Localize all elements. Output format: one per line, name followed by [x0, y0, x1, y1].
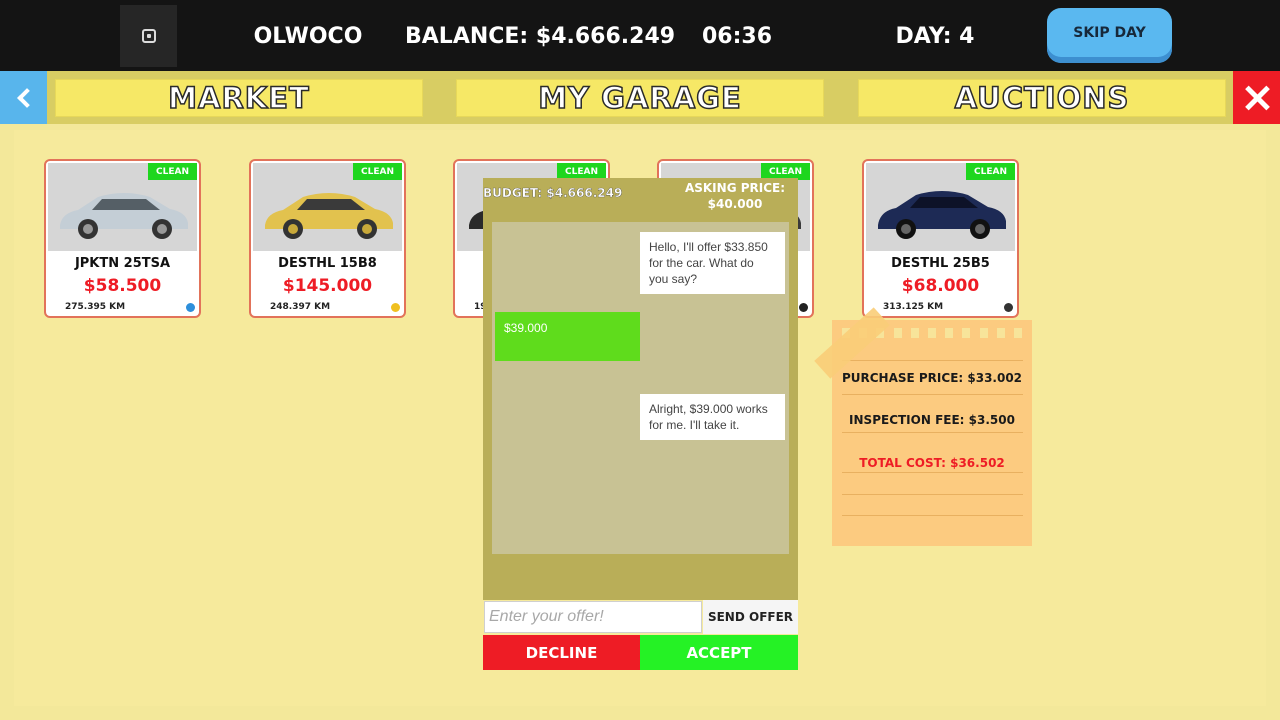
status-dot — [186, 303, 195, 312]
asking-price: ASKING PRICE: $40.000 — [683, 180, 787, 212]
car-photo: CLEAN — [48, 163, 197, 251]
decline-button[interactable]: DECLINE — [483, 635, 640, 670]
car-name: DESTHL 15B8 — [278, 256, 377, 271]
car-name: DESTHL 25B5 — [891, 256, 990, 271]
menu-button[interactable] — [120, 5, 177, 67]
condition-badge: CLEAN — [966, 163, 1015, 180]
clock-display: 06:36 — [701, 24, 773, 49]
seller-message: Alright, $39.000 works for me. I'll take… — [640, 394, 785, 440]
close-button[interactable] — [1233, 71, 1280, 124]
day-counter: DAY: 4 — [895, 24, 975, 49]
send-offer-button[interactable]: SEND OFFER — [703, 600, 798, 634]
back-button[interactable] — [0, 71, 47, 124]
seller-message: Hello, I'll offer $33.850 for the car. W… — [640, 232, 785, 294]
status-dot — [1004, 303, 1013, 312]
tab-my-garage[interactable]: MY GARAGE — [456, 79, 824, 117]
purchase-price: PURCHASE PRICE: $33.002 — [841, 371, 1023, 385]
car-card[interactable]: CLEAN DESTHL 25B5 $68.000 313.125 KM — [862, 159, 1019, 318]
negotiation-dialog: BUDGET: $4.666.249 ASKING PRICE: $40.000… — [483, 178, 798, 600]
player-name: OLWOCO — [253, 24, 363, 49]
car-photo: CLEAN — [866, 163, 1015, 251]
car-icon — [265, 193, 393, 239]
car-mileage: 313.125 KM — [883, 302, 944, 312]
car-name: JPKTN 25TSA — [74, 256, 171, 271]
tab-market[interactable]: MARKET — [55, 79, 423, 117]
condition-badge: CLEAN — [353, 163, 402, 180]
car-card[interactable]: CLEAN DESTHL 15B8 $145.000 248.397 KM — [249, 159, 406, 318]
asking-price-value: $40.000 — [707, 197, 763, 211]
player-message: $39.000 — [495, 312, 640, 361]
car-price: $145.000 — [282, 276, 373, 296]
status-dot — [391, 303, 400, 312]
car-mileage: 275.395 KM — [65, 302, 126, 312]
car-photo: CLEAN — [253, 163, 402, 251]
close-icon — [1244, 85, 1270, 111]
car-icon — [60, 193, 188, 239]
chat-log[interactable]: Hello, I'll offer $33.850 for the car. W… — [492, 222, 789, 554]
tab-auctions[interactable]: AUCTIONS — [858, 79, 1226, 117]
offer-input[interactable] — [484, 601, 702, 633]
car-price: $68.000 — [901, 276, 980, 296]
inspection-fee: INSPECTION FEE: $3.500 — [849, 413, 1015, 427]
budget-label: BUDGET: $4.666.249 — [483, 186, 623, 200]
car-card[interactable]: CLEAN JPKTN 25TSA $58.500 275.395 KM — [44, 159, 201, 318]
car-price: $58.500 — [83, 276, 162, 296]
receipt-note: PURCHASE PRICE: $33.002 INSPECTION FEE: … — [832, 320, 1032, 546]
balance-display: BALANCE: $4.666.249 — [405, 24, 676, 49]
condition-badge: CLEAN — [148, 163, 197, 180]
car-icon — [878, 191, 1006, 239]
asking-price-label: ASKING PRICE: — [684, 181, 786, 195]
skip-day-button[interactable]: SKIP DAY — [1047, 8, 1172, 63]
total-cost: TOTAL COST: $36.502 — [859, 456, 1005, 470]
car-mileage: 248.397 KM — [270, 302, 331, 312]
chevron-left-icon — [16, 87, 37, 108]
menu-icon — [141, 29, 156, 43]
status-dot — [799, 303, 808, 312]
accept-button[interactable]: ACCEPT — [640, 635, 798, 670]
